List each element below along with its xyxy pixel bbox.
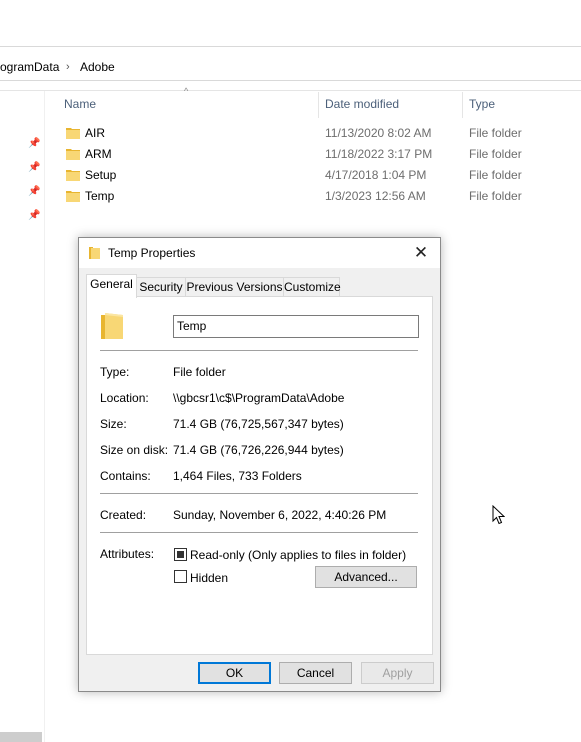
folder-large-icon	[101, 313, 123, 339]
size-label: Size:	[100, 417, 127, 431]
cancel-button[interactable]: Cancel	[279, 662, 352, 684]
close-button[interactable]: ✕	[410, 243, 432, 263]
divider	[100, 532, 418, 533]
contains-value: 1,464 Files, 733 Folders	[173, 469, 302, 483]
file-date: 4/17/2018 1:04 PM	[325, 168, 427, 182]
file-type: File folder	[469, 189, 522, 203]
column-header-type[interactable]: Type	[469, 97, 495, 111]
properties-dialog: Temp Properties ✕ General Security Previ…	[78, 237, 441, 692]
breadcrumb-chevron-icon: ›	[66, 61, 70, 73]
dialog-title: Temp Properties	[108, 246, 196, 260]
column-header-date-modified[interactable]: Date modified	[325, 97, 399, 111]
file-name: ARM	[85, 147, 112, 161]
sort-ascending-icon: ^	[184, 86, 189, 96]
attributes-label: Attributes:	[100, 547, 155, 561]
hidden-label[interactable]: Hidden	[190, 571, 228, 585]
type-value: File folder	[173, 365, 226, 379]
file-type: File folder	[469, 126, 522, 140]
general-tab-panel: Temp Type: File folder Location: \\gbcsr…	[86, 296, 433, 655]
created-value: Sunday, November 6, 2022, 4:40:26 PM	[173, 508, 387, 522]
size-on-disk-label: Size on disk:	[100, 443, 169, 457]
nav-pane-scrollbar[interactable]	[0, 732, 42, 742]
folder-icon	[66, 191, 80, 202]
advanced-button[interactable]: Advanced...	[315, 566, 417, 588]
close-icon: ✕	[413, 243, 429, 262]
toolbar-divider	[0, 46, 581, 47]
contains-label: Contains:	[100, 469, 151, 483]
pin-icon: 📌	[28, 186, 41, 197]
readonly-label[interactable]: Read-only (Only applies to files in fold…	[190, 548, 406, 562]
breadcrumb-segment-adobe[interactable]: Adobe	[80, 60, 115, 74]
tab-security[interactable]: Security	[136, 277, 186, 298]
tab-customize[interactable]: Customize	[283, 277, 341, 298]
location-value: \\gbcsr1\c$\ProgramData\Adobe	[173, 391, 345, 405]
file-row-arm[interactable]: ARM 11/18/2022 3:17 PM File folder	[46, 144, 581, 165]
ok-button[interactable]: OK	[198, 662, 271, 684]
file-name: Temp	[85, 189, 115, 203]
divider	[100, 350, 418, 351]
folder-icon	[66, 149, 80, 160]
divider	[100, 493, 418, 494]
file-type: File folder	[469, 147, 522, 161]
file-name: AIR	[85, 126, 106, 140]
folder-name-input[interactable]: Temp	[173, 315, 419, 338]
type-label: Type:	[100, 365, 130, 379]
file-date: 11/18/2022 3:17 PM	[325, 147, 433, 161]
mouse-pointer-icon	[492, 505, 505, 525]
breadcrumb-segment-programdata[interactable]: ogramData	[0, 60, 59, 74]
size-value: 71.4 GB (76,725,567,347 bytes)	[173, 417, 344, 431]
navigation-pane: 📌 📌 📌 📌	[0, 91, 45, 742]
column-separator[interactable]	[318, 92, 319, 118]
file-date: 1/3/2023 12:56 AM	[325, 189, 426, 203]
dialog-title-bar[interactable]: Temp Properties ✕	[79, 238, 440, 268]
pin-icon: 📌	[28, 210, 41, 221]
column-header-divider	[0, 90, 581, 91]
folder-icon	[66, 128, 80, 139]
tab-previous-versions[interactable]: Previous Versions	[185, 277, 284, 298]
folder-name-value: Temp	[177, 319, 207, 333]
file-row-temp[interactable]: Temp 1/3/2023 12:56 AM File folder	[46, 186, 581, 207]
file-row-air[interactable]: AIR 11/13/2020 8:02 AM File folder	[46, 123, 581, 144]
apply-button[interactable]: Apply	[361, 662, 434, 684]
file-date: 11/13/2020 8:02 AM	[325, 126, 432, 140]
readonly-checkbox[interactable]	[174, 548, 187, 561]
file-name: Setup	[85, 168, 117, 182]
created-label: Created:	[100, 508, 147, 522]
column-header-name[interactable]: Name	[64, 97, 96, 111]
folder-icon	[66, 170, 80, 181]
location-label: Location:	[100, 391, 149, 405]
hidden-checkbox[interactable]	[174, 570, 187, 583]
file-row-setup[interactable]: Setup 4/17/2018 1:04 PM File folder	[46, 165, 581, 186]
pin-icon: 📌	[28, 138, 41, 149]
column-separator[interactable]	[462, 92, 463, 118]
pin-icon: 📌	[28, 162, 41, 173]
file-type: File folder	[469, 168, 522, 182]
address-bar[interactable]: ogramData › Adobe	[0, 56, 581, 81]
indeterminate-mark	[177, 551, 184, 558]
tab-general[interactable]: General	[86, 274, 137, 298]
size-on-disk-value: 71.4 GB (76,726,226,944 bytes)	[173, 443, 344, 457]
folder-icon	[89, 247, 100, 259]
